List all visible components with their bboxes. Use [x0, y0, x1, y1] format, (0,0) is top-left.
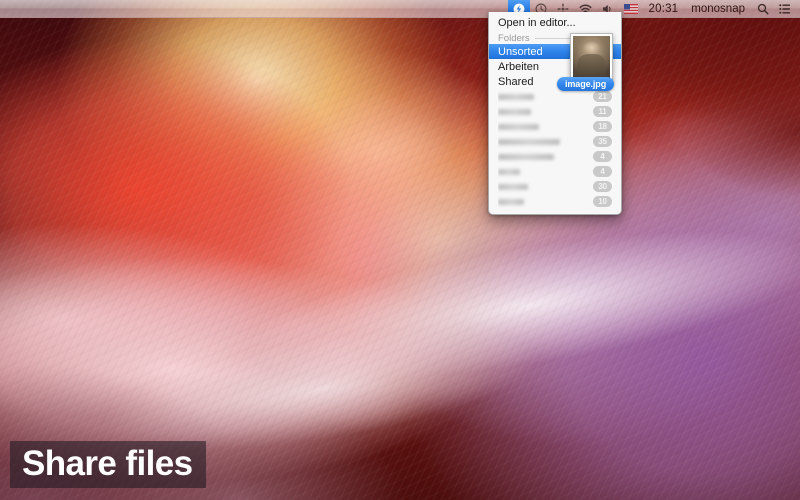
filename-badge[interactable]: image.jpg — [557, 77, 615, 91]
folder-label — [498, 166, 587, 178]
folder-item[interactable]: 4 — [489, 149, 621, 164]
spotlight-search-button[interactable] — [752, 0, 774, 18]
menu-item-open-in-editor[interactable]: Open in editor... — [489, 15, 621, 30]
redacted-folder-name — [498, 93, 534, 100]
redacted-folder-name — [498, 168, 520, 175]
menu-item-label: Open in editor... — [498, 16, 576, 29]
image-thumbnail-preview[interactable] — [570, 33, 613, 83]
redacted-folder-name — [498, 198, 524, 205]
folder-item[interactable]: 21 — [489, 89, 621, 104]
folder-label — [498, 106, 587, 118]
search-icon — [757, 3, 769, 15]
desktop[interactable] — [0, 0, 800, 500]
active-app-name[interactable]: monosnap — [684, 0, 752, 18]
folder-label — [498, 121, 587, 133]
folder-item[interactable]: 11 — [489, 104, 621, 119]
folder-label — [498, 136, 587, 148]
redacted-folder-name — [498, 123, 539, 130]
folder-item[interactable]: 10 — [489, 194, 621, 209]
wallpaper-vignette — [0, 0, 800, 500]
section-header-label: Folders — [498, 32, 530, 44]
folder-count-badge: 21 — [593, 91, 612, 102]
folder-item[interactable]: 4 — [489, 164, 621, 179]
caption-text: Share files — [22, 444, 193, 483]
folder-count-badge: 30 — [593, 181, 612, 192]
redacted-folder-name — [498, 108, 531, 115]
folder-count-badge: 11 — [593, 106, 612, 117]
input-language-icon[interactable] — [619, 0, 643, 18]
folder-item[interactable]: 35 — [489, 134, 621, 149]
redacted-folder-name — [498, 183, 528, 190]
menu-bar: 20:31 monosnap — [0, 0, 800, 18]
list-icon — [779, 3, 791, 15]
caption-banner: Share files — [10, 441, 207, 488]
folder-count-badge: 4 — [593, 166, 612, 177]
us-flag-icon — [623, 3, 638, 14]
folder-label — [498, 196, 587, 208]
folder-item[interactable]: 18 — [489, 119, 621, 134]
folder-label — [498, 91, 587, 103]
folder-count-badge: 10 — [593, 196, 612, 207]
thumbnail-image — [573, 36, 610, 80]
redacted-folder-name — [498, 153, 554, 160]
folder-count-badge: 4 — [593, 151, 612, 162]
folder-count-badge: 18 — [593, 121, 612, 132]
notification-center-button[interactable] — [774, 0, 796, 18]
folder-item[interactable]: 30 — [489, 179, 621, 194]
clock-time[interactable]: 20:31 — [643, 0, 685, 18]
folder-label — [498, 181, 587, 193]
redacted-folder-name — [498, 138, 560, 145]
folder-label — [498, 151, 587, 163]
folder-count-badge: 35 — [593, 136, 612, 147]
